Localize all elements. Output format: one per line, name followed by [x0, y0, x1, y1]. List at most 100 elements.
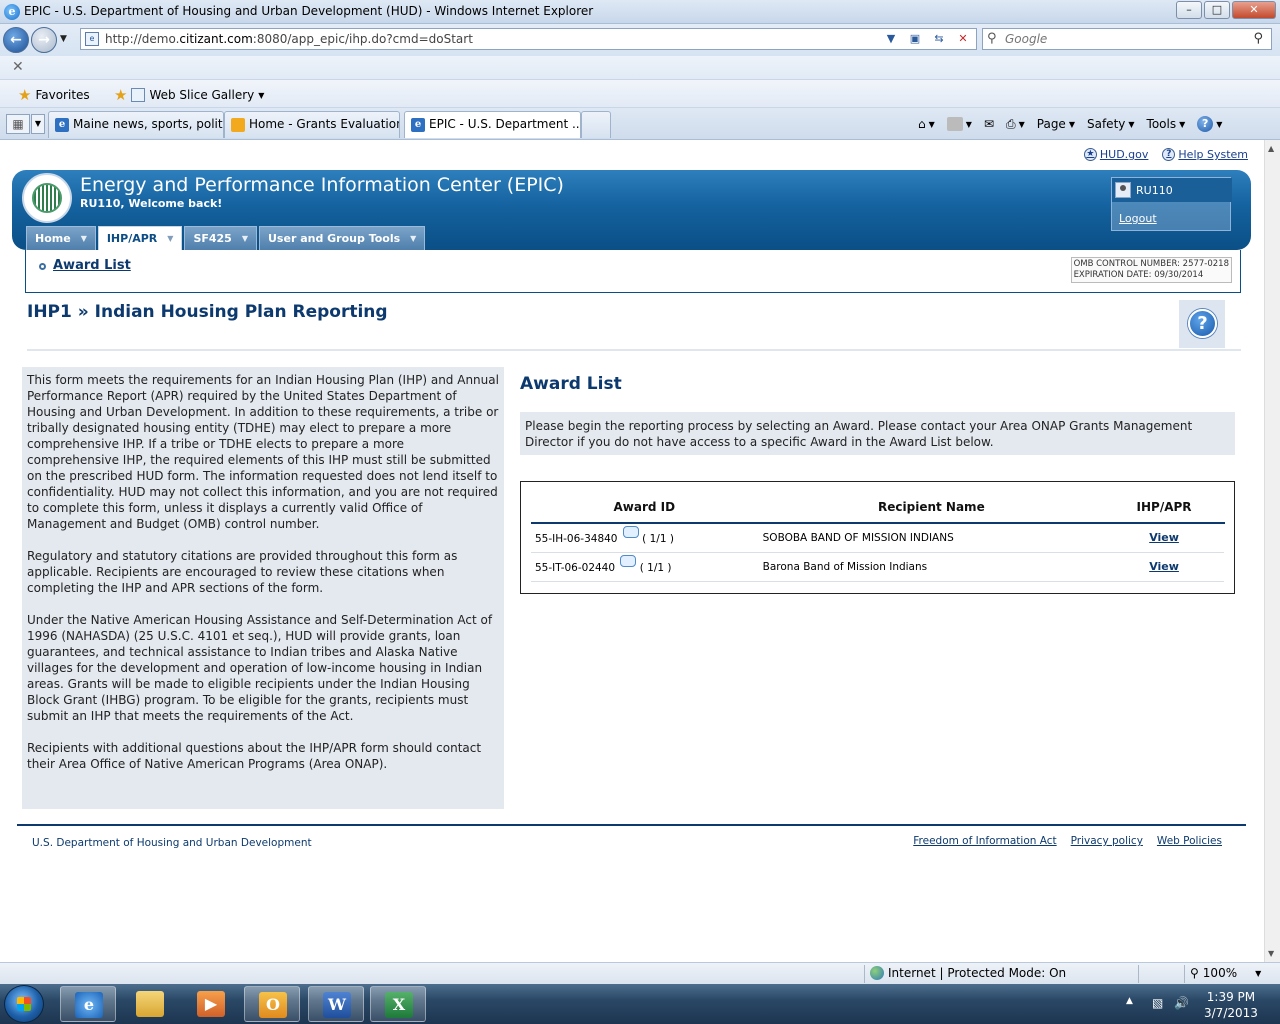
taskbar-outlook[interactable]: O	[244, 986, 300, 1022]
scroll-up-icon[interactable]: ▲	[1268, 144, 1274, 153]
new-tab-button[interactable]	[581, 111, 611, 138]
tab-grants-evaluation[interactable]: Home - Grants Evaluation	[224, 111, 400, 138]
column-header-award-id[interactable]: Award ID	[531, 491, 760, 524]
url-field[interactable]: e http://demo.citizant.com:8080/app_epic…	[80, 28, 977, 50]
print-icon: ⎙	[1006, 116, 1016, 131]
close-window-button[interactable]: ✕	[1232, 1, 1276, 19]
submenu-bar: Award List OMB CONTROL NUMBER: 2577-0218…	[25, 250, 1241, 293]
compatibility-view-icon[interactable]: ▣	[904, 30, 926, 48]
web-slice-label: Web Slice Gallery	[149, 88, 255, 102]
taskbar-word[interactable]: W	[308, 986, 364, 1022]
tab-epic[interactable]: e EPIC - U.S. Department ... ✕	[404, 111, 581, 138]
chevron-down-icon: ▼	[410, 234, 417, 243]
close-toolbar-icon[interactable]: ✕	[12, 59, 24, 75]
address-bar: ← → ▼ e http://demo.citizant.com:8080/ap…	[0, 24, 1280, 56]
start-button[interactable]	[4, 985, 44, 1023]
tools-menu[interactable]: Tools ▼	[1141, 114, 1192, 134]
web-slice-icon	[131, 88, 146, 102]
recent-pages-dropdown-icon[interactable]: ▼	[60, 34, 67, 44]
scroll-down-icon[interactable]: ▼	[1268, 949, 1274, 958]
info-paragraph: This form meets the requirements for an …	[27, 373, 499, 531]
logout-link[interactable]: Logout	[1119, 212, 1157, 225]
ie-page-icon: e	[55, 118, 69, 132]
print-button[interactable]: ⎙ ▼	[1000, 114, 1031, 134]
network-icon[interactable]: ▧	[1152, 996, 1163, 1010]
url-dropdown-icon[interactable]: ▼	[880, 30, 902, 48]
page-icon: e	[85, 32, 99, 46]
taskbar-excel[interactable]: X	[370, 986, 426, 1022]
status-bar: Internet | Protected Mode: On ⚲ 100% ▼	[0, 962, 1280, 984]
help-system-link[interactable]: ? Help System	[1162, 148, 1248, 161]
minimize-button[interactable]: –	[1176, 1, 1202, 19]
menu-home-label: Home	[35, 232, 71, 245]
app-title: Energy and Performance Information Cente…	[80, 174, 564, 196]
menu-sf425[interactable]: SF425 ▼	[184, 226, 257, 250]
volume-icon[interactable]: 🔊	[1174, 996, 1189, 1010]
forward-button[interactable]: →	[31, 27, 57, 53]
award-count: ( 1/1 )	[642, 533, 674, 546]
menu-sf425-label: SF425	[193, 232, 232, 245]
clock[interactable]: 1:39 PM 3/7/2013	[1204, 989, 1258, 1021]
tab-maine-news[interactable]: e Maine news, sports, politic...	[48, 111, 224, 138]
main-menu: Home ▼ IHP/APR ▼ SF425 ▼ User and Group Too…	[26, 226, 426, 250]
stop-icon[interactable]: ✕	[952, 30, 974, 48]
show-hidden-icons-icon[interactable]: ▲	[1126, 996, 1133, 1006]
help-icon: ?	[1197, 116, 1214, 132]
recipient-name: SOBOBA BAND OF MISSION INDIANS	[758, 523, 1105, 553]
maximize-button[interactable]: □	[1204, 1, 1230, 19]
security-zone[interactable]: Internet | Protected Mode: On	[870, 966, 1066, 980]
award-list-link[interactable]: Award List	[53, 258, 131, 273]
menu-home[interactable]: Home ▼	[26, 226, 96, 250]
zoom-control[interactable]: ⚲ 100% ▼	[1190, 966, 1261, 980]
chevron-down-icon: ▼	[1255, 968, 1262, 978]
tab-list-dropdown-icon[interactable]: ▼	[31, 114, 45, 134]
chevron-down-icon: ▼	[1068, 119, 1075, 129]
toolbar-strip: ✕	[0, 56, 1280, 80]
taskbar-media-player[interactable]: ▶	[183, 986, 239, 1022]
menu-user-group-tools[interactable]: User and Group Tools ▼	[259, 226, 426, 250]
system-tray: ▲ ▧ 🔊 1:39 PM 3/7/2013	[1120, 984, 1280, 1024]
globe-icon	[870, 966, 884, 980]
page-title: IHP1 » Indian Housing Plan Reporting	[27, 302, 388, 322]
search-field[interactable]: ⚲ ⚲	[982, 28, 1272, 50]
column-header-recipient-name[interactable]: Recipient Name	[758, 491, 1106, 524]
feeds-button[interactable]: ▼	[941, 114, 978, 134]
taskbar-internet-explorer[interactable]: e	[60, 986, 116, 1022]
user-box: RU110 Logout	[1111, 177, 1232, 231]
back-button[interactable]: ←	[3, 27, 29, 53]
search-icon[interactable]: ⚲	[1253, 31, 1263, 46]
comment-icon[interactable]	[620, 555, 637, 567]
web-slice-gallery-button[interactable]: ★ Web Slice Gallery ▼	[114, 86, 264, 104]
view-link[interactable]: View	[1149, 531, 1179, 544]
safety-menu-label: Safety	[1086, 117, 1126, 131]
safety-menu[interactable]: Safety ▼	[1081, 114, 1141, 134]
web-policies-link[interactable]: Web Policies	[1157, 835, 1222, 847]
favorites-button[interactable]: ★ Favorites	[18, 86, 90, 104]
home-button[interactable]: ⌂ ▼	[912, 114, 941, 134]
url-text[interactable]: http://demo.citizant.com:8080/app_epic/i…	[105, 32, 473, 46]
page-menu[interactable]: Page ▼	[1031, 114, 1081, 134]
privacy-policy-link[interactable]: Privacy policy	[1071, 835, 1143, 847]
hud-gov-link[interactable]: ★ HUD.gov	[1083, 148, 1148, 161]
mail-button[interactable]: ✉	[978, 114, 1000, 134]
menu-ihp-apr[interactable]: IHP/APR ▼	[97, 226, 183, 250]
page-help-button[interactable]: ?	[1179, 300, 1225, 348]
chevron-down-icon: ▼	[928, 119, 935, 129]
tab-label: EPIC - U.S. Department ...	[429, 117, 581, 131]
search-input[interactable]	[1005, 31, 1245, 47]
info-paragraph: Regulatory and statutory citations are p…	[27, 549, 458, 595]
taskbar-explorer[interactable]	[122, 986, 178, 1022]
tab-label: Home - Grants Evaluation	[249, 117, 400, 131]
quick-tabs-icon[interactable]: ▦	[6, 114, 30, 134]
help-system-label: Help System	[1178, 148, 1248, 161]
comment-icon[interactable]	[622, 526, 639, 539]
table-row: 55-IT-06-02440 ( 1/1 ) Barona Band of Mi…	[531, 552, 1224, 582]
foia-link[interactable]: Freedom of Information Act	[913, 835, 1056, 847]
help-menu[interactable]: ? ▼	[1191, 114, 1228, 134]
home-icon: ⌂	[918, 117, 926, 131]
window-title: EPIC - U.S. Department of Housing and Ur…	[24, 4, 594, 18]
view-link[interactable]: View	[1149, 560, 1179, 573]
refresh-icon[interactable]: ⇆	[928, 30, 950, 48]
divider	[27, 349, 1241, 351]
vertical-scrollbar[interactable]: ▲ ▼	[1264, 140, 1280, 962]
